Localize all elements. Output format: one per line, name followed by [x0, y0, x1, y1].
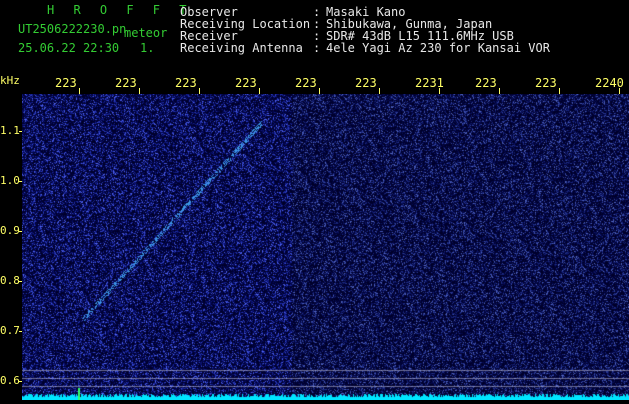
freq-tick-label: 1.0 [0, 174, 20, 187]
spectrogram-canvas [22, 94, 629, 400]
freq-unit-label: kHz [0, 74, 20, 87]
spectrogram-plot [22, 94, 629, 400]
freq-tick-label: 1.1 [0, 124, 20, 137]
program-title: H R O F F T [47, 3, 193, 17]
header-panel: H R O F F T UT2506222230.pn meteor 25.06… [0, 0, 629, 74]
time-tick-label: 223 [55, 76, 77, 90]
time-tick-label: 223 [175, 76, 197, 90]
filename-label: UT2506222230.pn [18, 22, 127, 36]
time-tick-label: 223 [235, 76, 257, 90]
time-tick-label: 223 [475, 76, 497, 90]
freq-tick-label: 0.6 [0, 374, 20, 387]
datetime-label: 25.06.22 22:30 [18, 41, 120, 55]
antenna-value: 4ele Yagi Az 230 for Kansai VOR [326, 41, 550, 55]
freq-tick-label: 0.9 [0, 224, 20, 237]
antenna-sep: : [313, 41, 321, 55]
time-axis: 223 223 223 223 223 223 2231 223 223 2240 [0, 76, 629, 94]
time-tick-label: 223 [115, 76, 137, 90]
time-tick-label: 223 [355, 76, 377, 90]
freq-tick-label: 0.8 [0, 274, 20, 287]
antenna-label: Receiving Antenna [180, 41, 303, 55]
time-tick-label: 223 [295, 76, 317, 90]
time-tick-label: 223 [535, 76, 557, 90]
freq-tick-label: 0.7 [0, 324, 20, 337]
count-label: 1. [140, 41, 155, 55]
mode-label: meteor [124, 26, 168, 40]
